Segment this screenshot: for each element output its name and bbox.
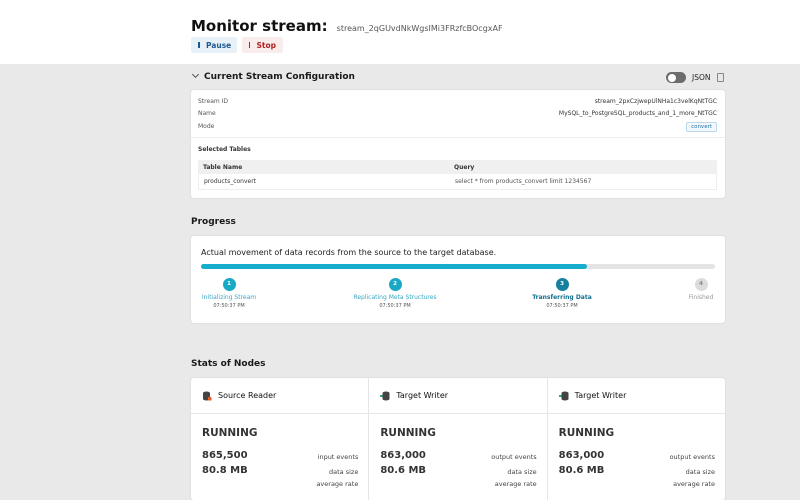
node-size-label: data size xyxy=(685,468,715,476)
table-cell-query: select * from products_convert limit 123… xyxy=(455,178,592,185)
stream-id-field-value: stream_2pxCzjwepUlNHa1c3velKqNtTGC xyxy=(594,98,717,105)
config-section-toggle[interactable]: Current Stream Configuration xyxy=(191,70,355,82)
json-toggle[interactable]: JSON xyxy=(666,72,711,83)
node-rate-label: average rate xyxy=(673,480,715,488)
node-events-value: 865,500 xyxy=(202,450,248,461)
node-name: Target Writer xyxy=(574,391,627,400)
table-cell-name: products_convert xyxy=(204,178,257,185)
node-status: RUNNING xyxy=(558,427,615,439)
stop-button-label: Stop xyxy=(256,40,276,50)
node-events-value: 863,000 xyxy=(558,450,605,461)
stats-card: Source Reader RUNNING 865,500 input even… xyxy=(191,378,725,500)
table-row: products_convert select * from products_… xyxy=(198,174,717,190)
node-header: Target Writer xyxy=(547,378,725,414)
step-1-time: 07:50:37 PM xyxy=(213,303,245,309)
node-events-value: 863,000 xyxy=(380,450,426,461)
progress-bar xyxy=(201,264,715,269)
mode-badge: convert xyxy=(686,122,717,132)
divider xyxy=(191,137,725,138)
copy-icon[interactable] xyxy=(717,73,724,82)
progress-card: Actual movement of data records from the… xyxy=(191,236,725,323)
step-initializing: 1 Initializing Stream 07:50:37 PM xyxy=(174,278,284,309)
node-events-label: output events xyxy=(669,453,715,461)
step-3-dot: 3 xyxy=(555,278,569,291)
step-3-label: Transferring Data xyxy=(532,294,592,301)
node-target-writer-2: Target Writer RUNNING 863,000 output eve… xyxy=(547,378,725,500)
page-title-row: Monitor stream: stream_2qGUvdNkWgsIMi3FR… xyxy=(191,16,503,35)
step-finished: 4 Finished xyxy=(646,278,756,301)
config-card: Stream ID stream_2pxCzjwepUlNHa1c3velKqN… xyxy=(191,90,725,198)
node-size-label: data size xyxy=(329,468,359,476)
config-section-title: Current Stream Configuration xyxy=(204,72,355,82)
node-status: RUNNING xyxy=(202,427,258,439)
node-size-value: 80.6 MB xyxy=(558,465,605,476)
node-size-value: 80.8 MB xyxy=(202,465,248,476)
table-header: Table Name Query xyxy=(198,160,717,174)
step-1-dot: 1 xyxy=(222,278,236,291)
pause-button-label: Pause xyxy=(206,40,232,50)
mode-field-label: Mode xyxy=(198,123,215,130)
node-header: Target Writer xyxy=(369,378,547,414)
chevron-down-icon xyxy=(191,70,200,79)
node-events-label: output events xyxy=(491,453,537,461)
name-field-value: MySQL_to_PostgreSQL_products_and_1_more_… xyxy=(558,110,717,117)
step-4-dot: 4 xyxy=(694,278,708,291)
name-field-label: Name xyxy=(198,110,216,117)
progress-description: Actual movement of data records from the… xyxy=(201,248,497,257)
step-2-label: Replicating Meta Structures xyxy=(353,294,437,301)
step-transferring: 3 Transferring Data 07:50:37 PM xyxy=(507,278,617,309)
page-title: Monitor stream: xyxy=(191,17,328,35)
step-4-label: Finished xyxy=(688,294,714,301)
selected-tables-table: Table Name Query products_convert select… xyxy=(198,160,717,190)
node-name: Target Writer xyxy=(396,391,449,400)
step-3-time: 07:50:37 PM xyxy=(546,303,578,309)
source-db-icon xyxy=(203,391,212,400)
target-db-icon xyxy=(558,391,569,400)
progress-section-title: Progress xyxy=(191,217,236,227)
pause-button[interactable]: Pause xyxy=(191,37,237,53)
stop-button[interactable]: Stop xyxy=(242,37,283,53)
node-rate-label: average rate xyxy=(494,480,537,488)
stop-icon xyxy=(249,42,251,48)
top-bar: Monitor stream: stream_2qGUvdNkWgsIMi3FR… xyxy=(0,0,800,64)
selected-tables-label: Selected Tables xyxy=(198,146,251,153)
node-size-label: data size xyxy=(507,468,537,476)
node-target-writer-1: Target Writer RUNNING 863,000 output eve… xyxy=(369,378,548,500)
progress-bar-fill xyxy=(201,264,587,269)
pause-icon xyxy=(198,42,200,48)
node-name: Source Reader xyxy=(218,391,277,400)
toggle-switch[interactable] xyxy=(666,72,686,83)
stats-section-title: Stats of Nodes xyxy=(191,359,266,369)
node-events-label: input events xyxy=(317,453,359,461)
step-2-time: 07:50:37 PM xyxy=(379,303,411,309)
node-status: RUNNING xyxy=(380,427,436,439)
stream-id-field-label: Stream ID xyxy=(198,98,229,105)
node-rate-label: average rate xyxy=(316,480,359,488)
column-header-table-name: Table Name xyxy=(203,163,243,171)
target-db-icon xyxy=(380,391,390,400)
step-1-label: Initializing Stream xyxy=(201,294,257,301)
node-size-value: 80.6 MB xyxy=(380,465,427,476)
json-label: JSON xyxy=(692,73,711,82)
node-source-reader: Source Reader RUNNING 865,500 input even… xyxy=(191,378,370,500)
step-2-dot: 2 xyxy=(388,278,402,291)
column-header-query: Query xyxy=(454,163,475,171)
stream-id-label: stream_2qGUvdNkWgsIMi3FRzfcBOcgxAF xyxy=(336,24,503,33)
node-header: Source Reader xyxy=(191,378,369,414)
step-replicating: 2 Replicating Meta Structures 07:50:37 P… xyxy=(340,278,450,309)
